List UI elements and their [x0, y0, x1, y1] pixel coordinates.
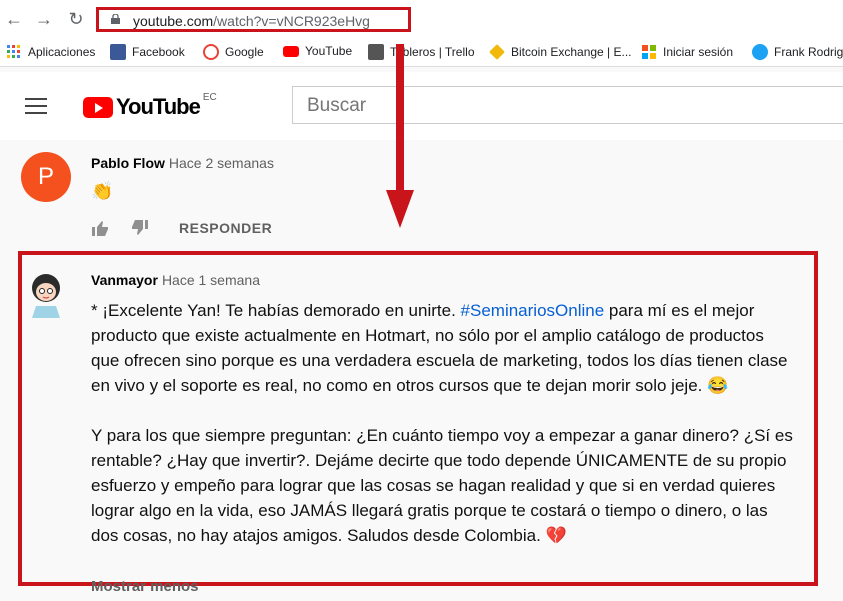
comment-paragraph: * ¡Excelente Yan! Te habías demorado en …: [91, 301, 788, 395]
bookmark-item[interactable]: Bitcoin Exchange | E...: [489, 44, 632, 60]
comment-header: Pablo Flow Hace 2 semanas: [91, 155, 274, 171]
bookmark-item[interactable]: Google: [203, 44, 264, 60]
bookmark-item[interactable]: Aplicaciones: [6, 44, 95, 60]
browser-toolbar: ← → ↻ youtube.com/watch?v=vNCR923eHvg: [0, 0, 843, 38]
apps-grid-icon: [7, 45, 20, 58]
microsoft-icon: [642, 45, 656, 59]
reply-button[interactable]: RESPONDER: [179, 220, 272, 236]
comment-time[interactable]: Hace 1 semana: [162, 272, 260, 288]
google-icon: [203, 44, 219, 60]
bookmark-item[interactable]: Facebook: [110, 44, 185, 60]
comment-time[interactable]: Hace 2 semanas: [169, 155, 274, 171]
bookmark-item[interactable]: Iniciar sesión: [641, 44, 733, 60]
comment-paragraph: Y para los que siempre preguntan: ¿En cu…: [91, 426, 793, 545]
youtube-play-icon: [83, 96, 113, 118]
bookmark-item[interactable]: Tableros | Trello: [368, 44, 475, 60]
search-box[interactable]: [292, 86, 843, 124]
url-text: youtube.com/watch?v=vNCR923eHvg: [133, 13, 370, 29]
comment-text: 👏: [91, 181, 114, 201]
youtube-icon: [283, 45, 299, 57]
search-input[interactable]: [305, 94, 829, 118]
comment-author[interactable]: Pablo Flow: [91, 155, 165, 171]
avatar[interactable]: P: [21, 152, 71, 202]
address-bar[interactable]: youtube.com/watch?v=vNCR923eHvg: [96, 7, 411, 32]
menu-icon[interactable]: [25, 98, 47, 114]
comment-author[interactable]: Vanmayor: [91, 272, 158, 288]
twitter-icon: [752, 44, 768, 60]
thumbs-up-icon[interactable]: [91, 219, 109, 237]
bookmark-item[interactable]: Frank Rodrig: [752, 44, 843, 60]
comment-text: * ¡Excelente Yan! Te habías demorado en …: [91, 298, 796, 548]
facebook-icon: [110, 44, 126, 60]
bookmark-item[interactable]: YouTube: [283, 44, 352, 58]
thumbs-down-icon[interactable]: [131, 219, 149, 237]
back-arrow-icon[interactable]: ←: [4, 9, 24, 29]
youtube-logo[interactable]: YouTube EC: [83, 92, 217, 120]
comment-header: Vanmayor Hace 1 semana: [91, 272, 260, 288]
comment-actions: RESPONDER: [91, 219, 272, 237]
avatar[interactable]: [24, 268, 69, 320]
reload-icon[interactable]: ↻: [66, 9, 86, 29]
forward-arrow-icon[interactable]: →: [34, 9, 54, 29]
bitcoin-icon: [489, 44, 505, 60]
bookmarks-bar: Aplicaciones Facebook Google YouTube Tab…: [0, 38, 843, 67]
youtube-masthead: YouTube EC: [0, 72, 843, 140]
lock-icon: [111, 14, 120, 24]
hashtag-link[interactable]: #SeminariosOnline: [461, 301, 605, 320]
show-less-button[interactable]: Mostrar menos: [91, 578, 199, 595]
trello-icon: [368, 44, 384, 60]
